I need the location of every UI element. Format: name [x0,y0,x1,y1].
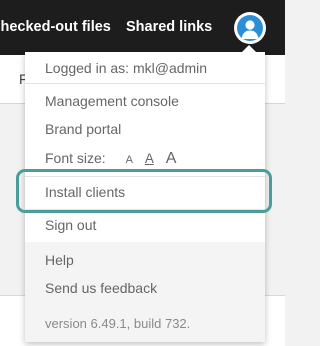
nav-checked-out-files[interactable]: Checked-out files [0,19,111,35]
font-size-large-button[interactable]: A [166,150,177,168]
brand-portal-link[interactable]: Brand portal [45,121,121,137]
user-avatar-icon [237,15,263,41]
menu-divider [25,83,265,84]
font-size-options: A A A [118,150,177,168]
nav-shared-links[interactable]: Shared links [126,19,212,35]
logged-in-as-label: Logged in as: mkl@admin [45,60,208,76]
menu-footer: Help Send us feedback version 6.49.1, bu… [25,242,265,342]
sign-out-link[interactable]: Sign out [45,217,96,233]
help-link[interactable]: Help [45,252,74,268]
font-size-small-button[interactable]: A [126,154,133,166]
version-label: version 6.49.1, build 732. [45,316,191,331]
font-size-row: Font size: A A A [45,150,176,168]
font-size-label: Font size: [45,150,106,166]
font-size-medium-button[interactable]: A [145,151,154,166]
management-console-link[interactable]: Management console [45,93,179,109]
menu-caret [241,45,257,53]
user-avatar-button[interactable] [234,12,266,44]
install-clients-highlight [16,169,272,213]
send-feedback-link[interactable]: Send us feedback [45,280,157,296]
